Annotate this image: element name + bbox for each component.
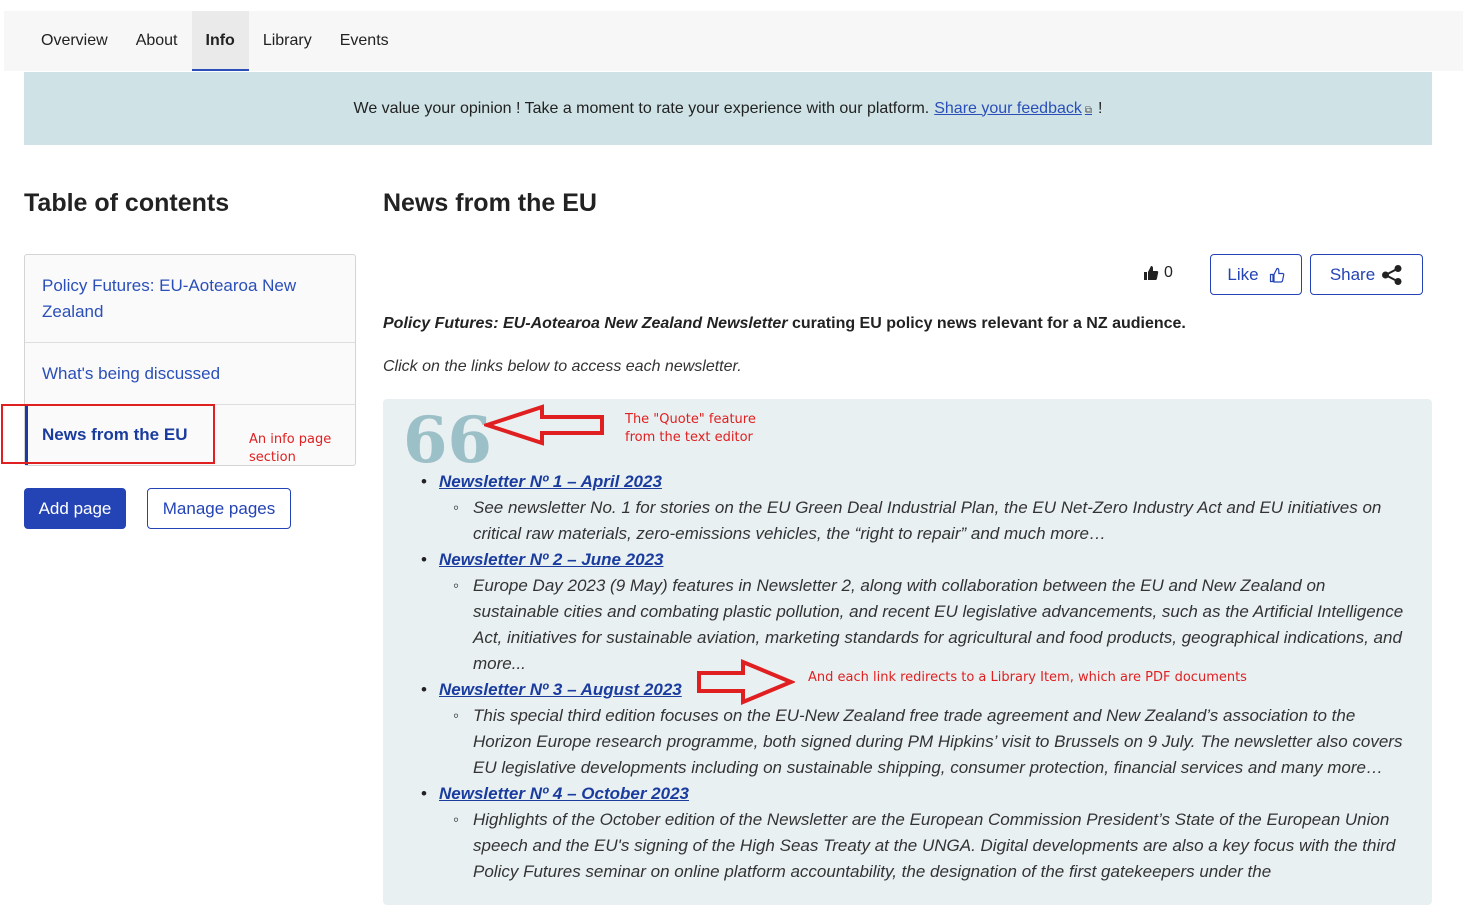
tab-about[interactable]: About [122, 11, 192, 71]
tab-library[interactable]: Library [249, 11, 326, 71]
banner-tail: ! [1098, 99, 1103, 117]
tab-info[interactable]: Info [191, 11, 250, 71]
intro-text: Policy Futures: EU-Aotearoa New Zealand … [383, 315, 1186, 333]
share-icon [1382, 264, 1402, 285]
intro-emphasis: Policy Futures: EU-Aotearoa New Zealand … [383, 315, 788, 332]
newsletter-link-1[interactable]: Newsletter Nº 1 – April 2023 [439, 472, 662, 491]
newsletter-link-2[interactable]: Newsletter Nº 2 – June 2023 [439, 550, 664, 569]
quote-block: 66 Newsletter Nº 1 – April 2023 See news… [383, 399, 1432, 905]
sub-text: Click on the links below to access each … [383, 358, 742, 375]
thumbs-up-filled-icon [1144, 266, 1159, 280]
banner-text: We value your opinion ! Take a moment to… [353, 99, 930, 117]
manage-pages-button[interactable]: Manage pages [147, 488, 291, 529]
newsletter-link-3[interactable]: Newsletter Nº 3 – August 2023 [439, 680, 682, 699]
list-item: Newsletter Nº 4 – October 2023 Highlight… [421, 781, 1411, 885]
feedback-banner: We value your opinion ! Take a moment to… [24, 72, 1432, 145]
tab-overview[interactable]: Overview [27, 11, 122, 71]
like-button[interactable]: Like [1210, 254, 1302, 295]
thumbs-up-icon [1269, 267, 1284, 283]
share-button[interactable]: Share [1310, 254, 1423, 295]
annotation-arrow-right-icon [697, 659, 795, 705]
annotation-arrow-left-icon [484, 404, 604, 446]
newsletter-desc-3: This special third edition focuses on th… [439, 703, 1411, 781]
newsletter-desc-2: Europe Day 2023 (9 May) features in News… [439, 573, 1411, 677]
newsletter-desc-4: Highlights of the October edition of the… [439, 807, 1411, 885]
feedback-link[interactable]: Share your feedback ⧉ [934, 100, 1092, 118]
page-title: News from the EU [383, 189, 597, 217]
quote-mark-icon: 66 [403, 403, 493, 478]
list-item: Newsletter Nº 1 – April 2023 See newslet… [421, 469, 1411, 547]
tab-events[interactable]: Events [326, 11, 403, 71]
list-item: Newsletter Nº 3 – August 2023 This speci… [421, 677, 1411, 781]
add-page-button[interactable]: Add page [24, 488, 126, 529]
list-item: Newsletter Nº 2 – June 2023 Europe Day 2… [421, 547, 1411, 677]
like-counter: 0 [1143, 264, 1173, 282]
toc-title: Table of contents [24, 189, 230, 217]
toc-item-whats-being-discussed[interactable]: What's being discussed [25, 343, 355, 405]
like-count: 0 [1164, 264, 1173, 281]
annotation-link-note: And each link redirects to a Library Ite… [808, 670, 1247, 685]
newsletter-desc-1: See newsletter No. 1 for stories on the … [439, 495, 1411, 547]
annotation-info-page: An info page section [249, 432, 332, 465]
annotation-quote-feature: The "Quote" feature from the text editor [625, 412, 756, 445]
annotation-box [1, 404, 215, 464]
external-link-icon: ⧉ [1084, 104, 1093, 116]
newsletter-link-4[interactable]: Newsletter Nº 4 – October 2023 [439, 784, 689, 803]
toc-item-policy-futures[interactable]: Policy Futures: EU-Aotearoa New Zealand [25, 255, 355, 343]
intro-rest: curating EU policy news relevant for a N… [787, 315, 1186, 332]
tab-bar: Overview About Info Library Events [4, 11, 1463, 71]
